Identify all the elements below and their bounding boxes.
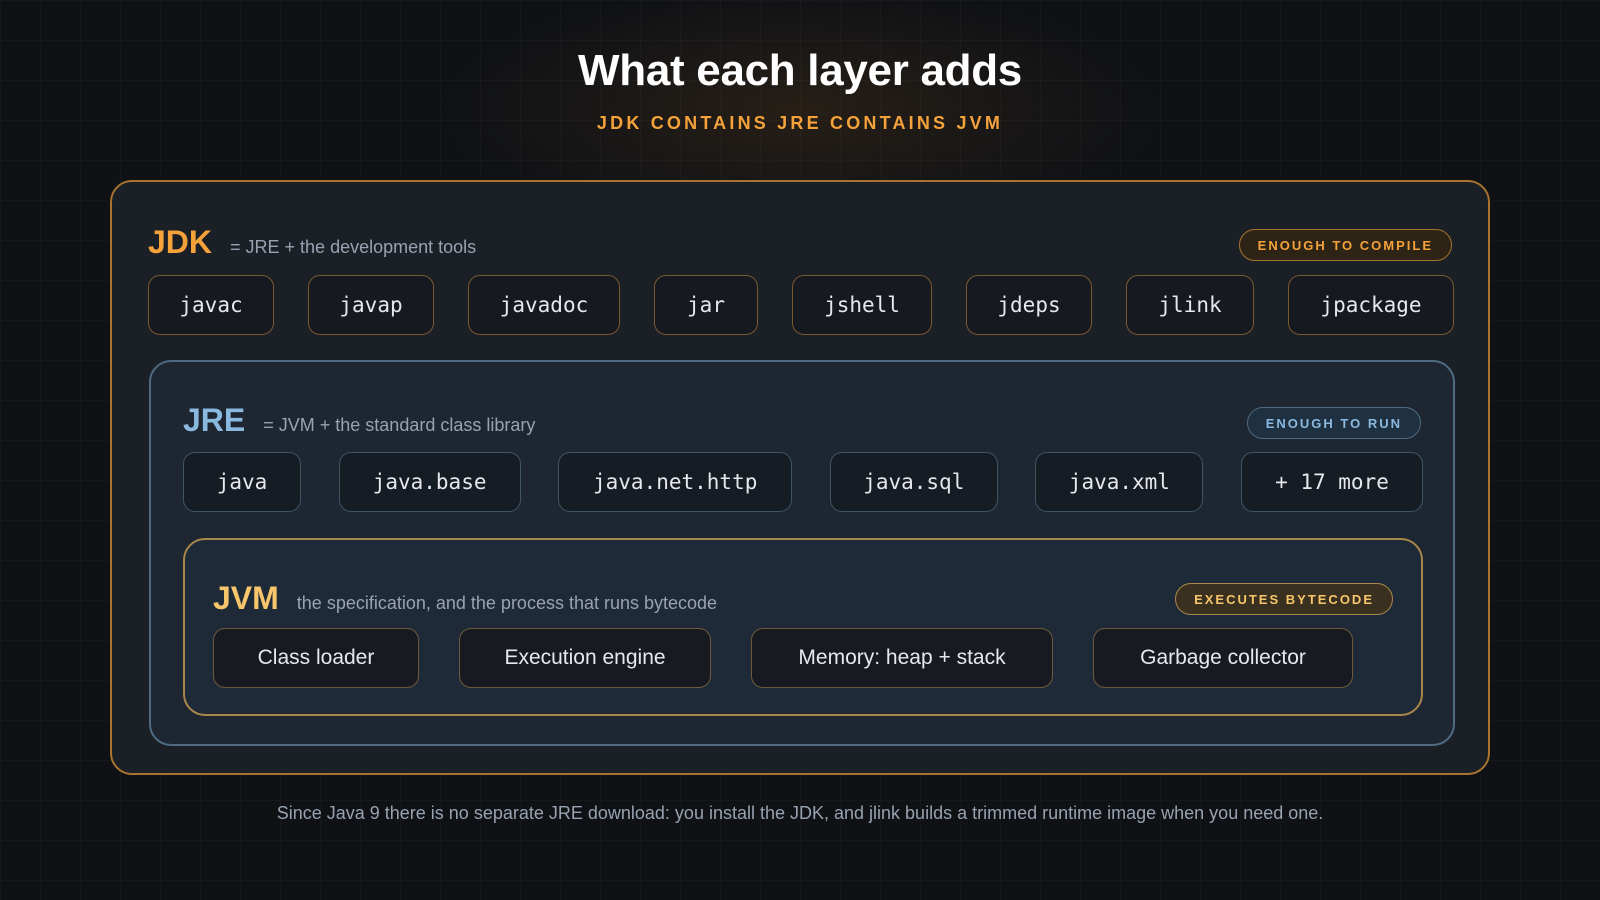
jdk-tools: javac javap javadoc jar jshell jdeps jli… <box>148 275 1454 335</box>
jre-name: JRE <box>183 402 246 438</box>
module-chip-more: + 17 more <box>1240 452 1423 512</box>
component-chip-garbage-collector: Garbage collector <box>1093 628 1353 688</box>
jvm-layer: JVM the specification, and the process t… <box>183 538 1423 716</box>
jre-description: = JVM + the standard class library <box>263 415 536 435</box>
jvm-badge: EXECUTES BYTECODE <box>1175 583 1393 615</box>
module-chip-java: java <box>183 452 301 512</box>
jdk-badge: ENOUGH TO COMPILE <box>1238 229 1452 261</box>
tool-chip-jdeps: jdeps <box>966 275 1092 335</box>
module-chip-java-sql: java.sql <box>829 452 998 512</box>
jvm-header: JVM the specification, and the process t… <box>213 580 717 617</box>
module-chip-java-xml: java.xml <box>1035 452 1204 512</box>
tool-chip-javac: javac <box>148 275 274 335</box>
tool-chip-jlink: jlink <box>1126 275 1254 335</box>
jdk-header: JDK = JRE + the development tools <box>148 224 476 261</box>
jdk-name: JDK <box>148 224 213 260</box>
jre-header: JRE = JVM + the standard class library <box>183 402 535 439</box>
jvm-components: Class loader Execution engine Memory: he… <box>213 628 1353 688</box>
tool-chip-jshell: jshell <box>792 275 932 335</box>
component-chip-execution-engine: Execution engine <box>459 628 711 688</box>
jdk-layer: JDK = JRE + the development tools ENOUGH… <box>110 180 1490 775</box>
tool-chip-javap: javap <box>308 275 434 335</box>
jre-layer: JRE = JVM + the standard class library E… <box>149 360 1455 746</box>
module-chip-java-net-http: java.net.http <box>558 452 793 512</box>
page-subtitle: JDK CONTAINS JRE CONTAINS JVM <box>596 113 1004 133</box>
page-title: What each layer adds <box>578 46 1022 95</box>
jvm-name: JVM <box>213 580 279 616</box>
jre-badge: ENOUGH TO RUN <box>1246 407 1421 439</box>
component-chip-memory: Memory: heap + stack <box>751 628 1053 688</box>
tool-chip-jpackage: jpackage <box>1288 275 1454 335</box>
module-chip-java-base: java.base <box>338 452 521 512</box>
jre-modules: java java.base java.net.http java.sql ja… <box>183 452 1423 512</box>
tool-chip-javadoc: javadoc <box>468 275 620 335</box>
tool-chip-jar: jar <box>654 275 758 335</box>
jdk-description: = JRE + the development tools <box>230 237 477 257</box>
footnote: Since Java 9 there is no separate JRE do… <box>276 803 1324 823</box>
component-chip-class-loader: Class loader <box>213 628 419 688</box>
jvm-description: the specification, and the process that … <box>296 593 718 613</box>
